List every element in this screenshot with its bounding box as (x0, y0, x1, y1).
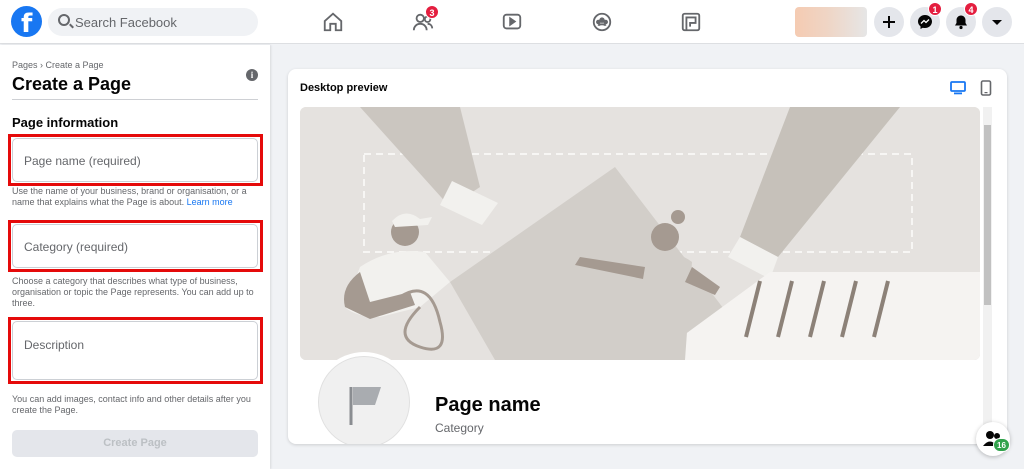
home-icon (323, 12, 343, 32)
top-navigation-bar: f Search Facebook 3 1 4 (0, 0, 1024, 44)
notifications-button[interactable]: 4 (946, 2, 978, 37)
cover-photo-illustration (300, 107, 980, 360)
contacts-button[interactable]: 16 (976, 422, 1010, 456)
flag-icon (349, 387, 381, 425)
preview-scrollbar[interactable] (983, 107, 992, 444)
messenger-button[interactable]: 1 (910, 2, 942, 37)
section-title: Page information (12, 115, 119, 130)
desktop-preview-card: Desktop preview Page name Category (288, 69, 1007, 444)
nav-gaming[interactable] (676, 8, 706, 36)
preview-page-name: Page name (435, 394, 541, 416)
plus-icon (883, 16, 895, 28)
profile-shortcut[interactable] (795, 7, 867, 37)
profile-picture-placeholder (314, 352, 414, 444)
breadcrumb[interactable]: Pages › Create a Page (12, 60, 104, 70)
gaming-icon (681, 12, 701, 32)
nav-groups[interactable] (587, 8, 617, 36)
create-button[interactable] (874, 7, 904, 37)
watch-icon (502, 13, 522, 30)
description-help: You can add images, contact info and oth… (12, 394, 251, 415)
page-name-help: Use the name of your business, brand or … (12, 186, 247, 207)
highlight-box (8, 317, 263, 384)
desktop-icon[interactable] (950, 81, 966, 95)
bell-icon (955, 15, 967, 30)
highlight-box (8, 134, 263, 186)
notifications-badge: 4 (964, 2, 978, 16)
messenger-badge: 1 (928, 2, 942, 16)
create-page-button[interactable]: Create Page (12, 430, 258, 457)
divider (12, 99, 258, 100)
nav-watch[interactable] (497, 8, 527, 36)
friends-badge: 3 (425, 5, 439, 19)
groups-icon (592, 12, 612, 32)
illustration-image (300, 107, 980, 360)
search-bar[interactable]: Search Facebook (48, 8, 258, 36)
create-page-sidebar: Pages › Create a Page Create a Page i Pa… (0, 45, 270, 469)
mobile-icon[interactable] (980, 80, 992, 96)
page-title: Create a Page (12, 74, 132, 94)
facebook-logo[interactable]: f (11, 6, 42, 39)
learn-more-link[interactable]: Learn more (187, 197, 233, 207)
highlight-box (8, 220, 263, 272)
search-icon (58, 14, 70, 26)
preview-title: Desktop preview (300, 82, 388, 94)
nav-friends[interactable]: 3 (408, 5, 439, 36)
search-input[interactable]: Search Facebook (75, 15, 177, 30)
nav-home[interactable] (318, 8, 348, 36)
info-icon[interactable]: i (246, 69, 258, 81)
preview-category: Category (435, 421, 484, 435)
chevron-down-icon (992, 20, 1002, 25)
category-help: Choose a category that describes what ty… (12, 276, 254, 308)
account-menu-button[interactable] (982, 7, 1012, 37)
contacts-badge: 16 (993, 438, 1010, 452)
facebook-logo-letter: f (21, 9, 33, 39)
messenger-icon (918, 15, 932, 29)
scroll-thumb[interactable] (984, 125, 991, 305)
